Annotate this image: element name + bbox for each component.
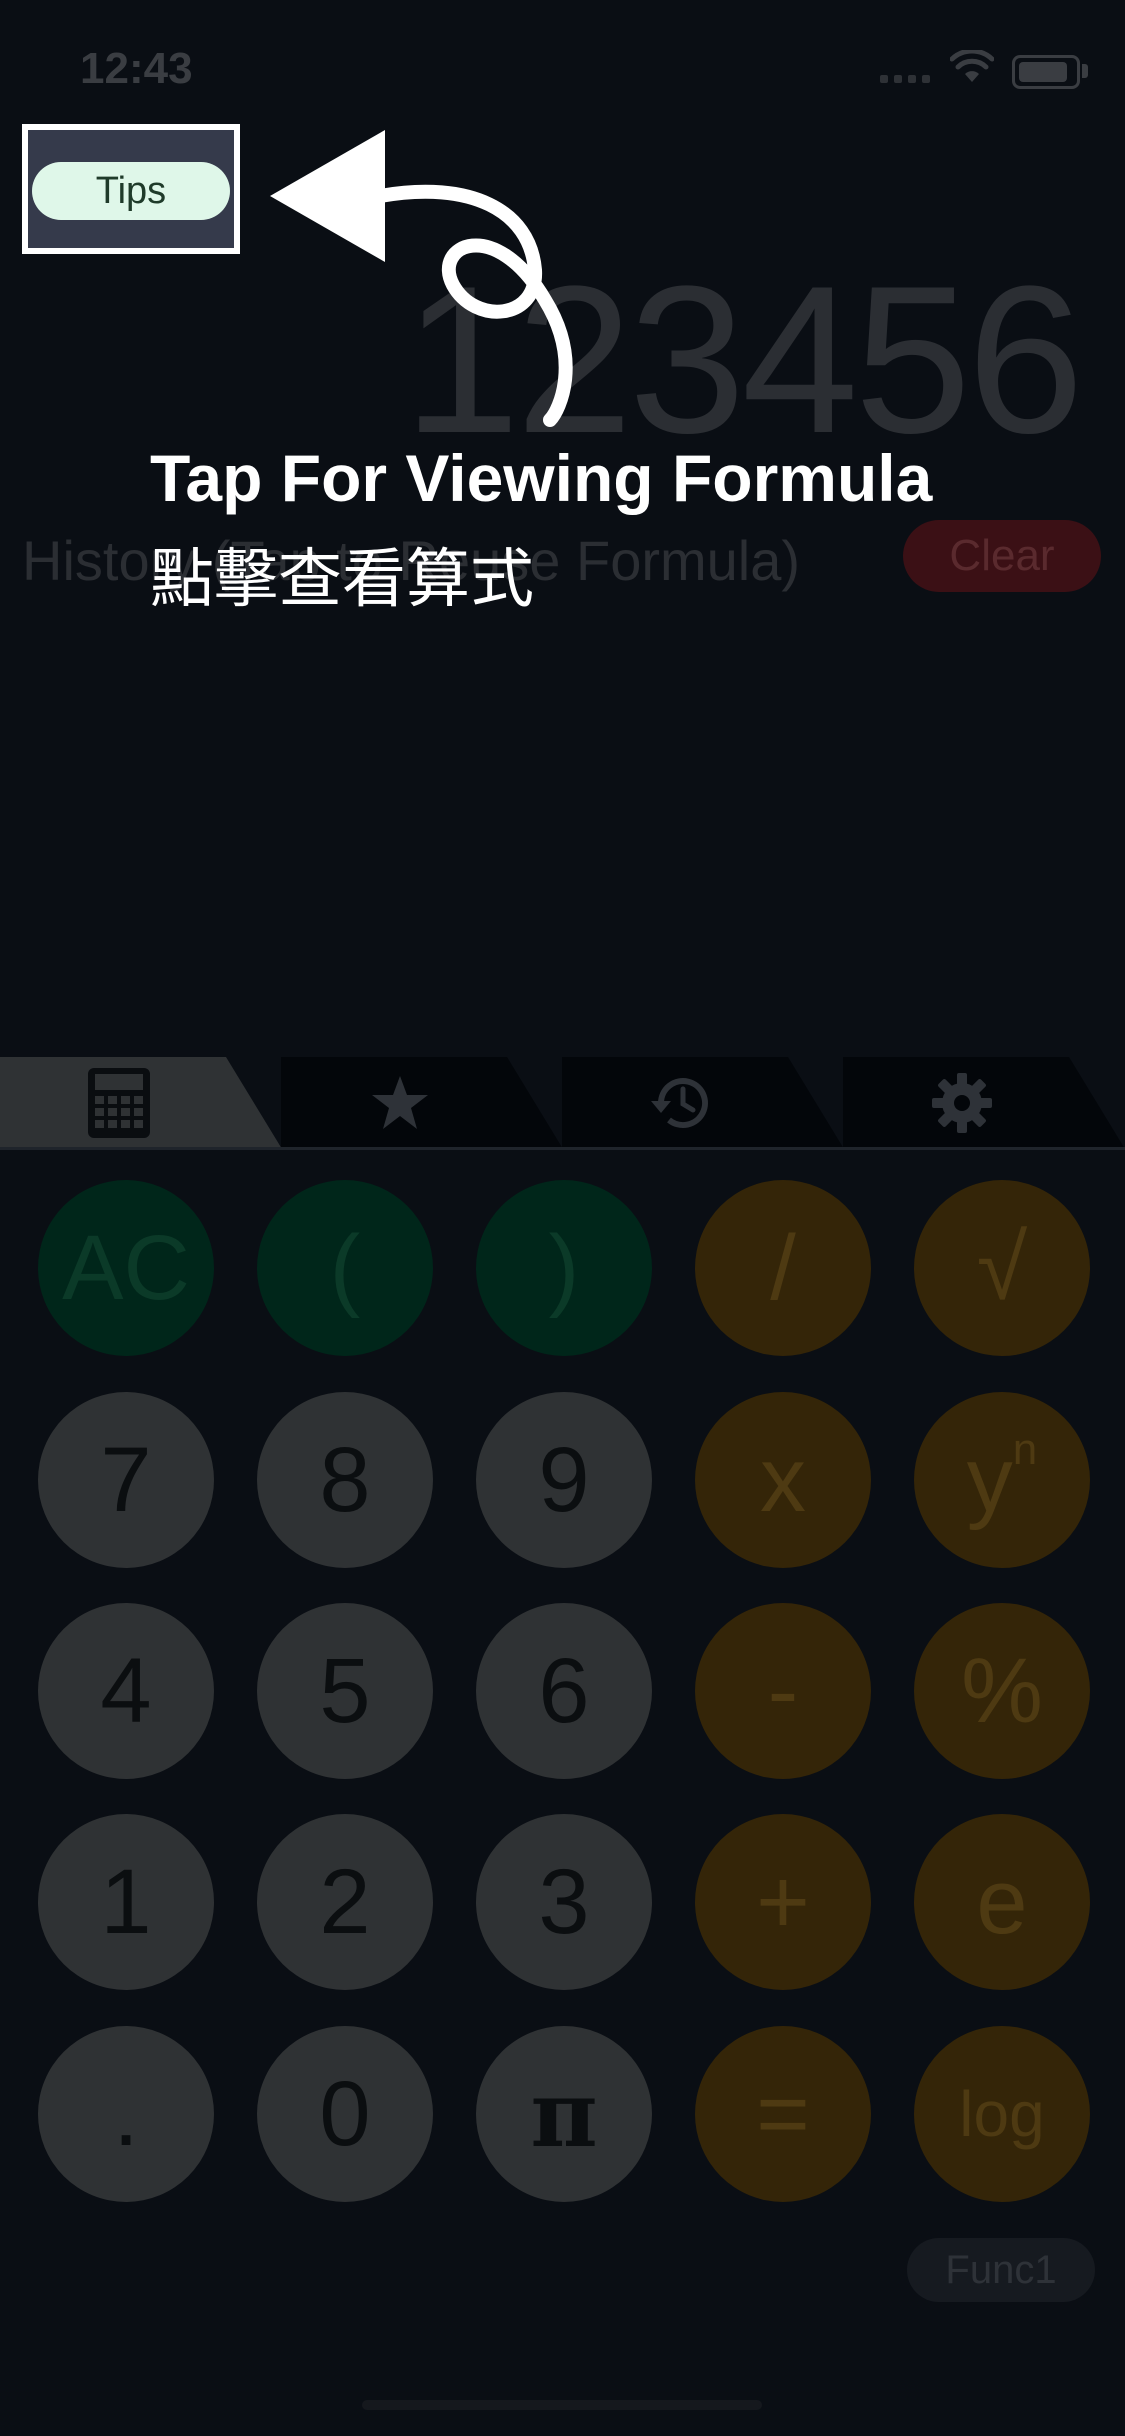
key-label: AC: [62, 1216, 190, 1319]
history-icon: [651, 1078, 708, 1129]
status-time: 12:43: [80, 44, 193, 93]
key-subtract[interactable]: -: [695, 1603, 871, 1779]
key-close-paren[interactable]: ): [476, 1180, 652, 1356]
key-label: 7: [100, 1428, 152, 1531]
tab-favorites[interactable]: [281, 1057, 563, 1149]
cellular-signal-icon: [880, 70, 936, 88]
clear-history-button[interactable]: Clear: [903, 520, 1101, 592]
key-4[interactable]: 4: [38, 1603, 214, 1779]
key-equals[interactable]: =: [695, 2026, 871, 2202]
key-9[interactable]: 9: [476, 1392, 652, 1568]
key-label: (: [329, 1216, 361, 1319]
overlay-subtitle: 點擊查看算式: [150, 543, 534, 615]
key-label: ): [548, 1216, 580, 1319]
key-label: 4: [100, 1639, 152, 1742]
wifi-icon: [950, 50, 994, 82]
key-label: 2: [319, 1850, 371, 1953]
overlay-title: Tap For Viewing Formula: [150, 441, 933, 515]
tips-button[interactable]: Tips: [32, 162, 230, 220]
key-label: 8: [319, 1428, 371, 1531]
calculator-icon: [88, 1068, 150, 1138]
key-power[interactable]: yn: [914, 1392, 1090, 1568]
key-label: +: [756, 1850, 810, 1953]
key-decimal[interactable]: .: [38, 2026, 214, 2202]
key-label: 6: [538, 1639, 590, 1742]
key-label: y: [966, 1428, 1013, 1531]
battery-icon: [1012, 55, 1080, 89]
key-label: 0: [319, 2062, 371, 2165]
pointer-arrow-icon: [270, 130, 573, 427]
key-superscript: n: [1012, 1425, 1038, 1474]
key-label: .: [113, 2062, 139, 2165]
key-5[interactable]: 5: [257, 1603, 433, 1779]
key-label: x: [760, 1428, 806, 1531]
key-label: 9: [538, 1428, 590, 1531]
key-6[interactable]: 6: [476, 1603, 652, 1779]
tab-history[interactable]: [562, 1057, 844, 1149]
key-open-paren[interactable]: (: [257, 1180, 433, 1356]
key-3[interactable]: 3: [476, 1814, 652, 1990]
key-label: π: [530, 2060, 598, 2168]
key-label: /: [770, 1216, 796, 1319]
key-e[interactable]: e: [914, 1814, 1090, 1990]
key-ac[interactable]: AC: [38, 1180, 214, 1356]
battery-tip: [1082, 64, 1088, 78]
key-7[interactable]: 7: [38, 1392, 214, 1568]
key-pi[interactable]: π: [476, 2026, 652, 2202]
func-toggle-button[interactable]: Func1: [907, 2238, 1095, 2302]
status-bar: 12:43: [0, 0, 1125, 130]
key-divide[interactable]: /: [695, 1180, 871, 1356]
key-sqrt[interactable]: √: [914, 1180, 1090, 1356]
gear-icon: [932, 1073, 992, 1133]
key-label: e: [976, 1850, 1028, 1953]
key-add[interactable]: +: [695, 1814, 871, 1990]
tab-settings[interactable]: [843, 1057, 1125, 1149]
key-2[interactable]: 2: [257, 1814, 433, 1990]
key-label: 3: [538, 1850, 590, 1953]
key-label: 5: [319, 1639, 371, 1742]
key-multiply[interactable]: x: [695, 1392, 871, 1568]
tab-calculator[interactable]: [0, 1057, 282, 1149]
tab-bar: [0, 1057, 1125, 1149]
home-indicator[interactable]: [362, 2400, 762, 2410]
key-0[interactable]: 0: [257, 2026, 433, 2202]
key-label: 1: [100, 1850, 152, 1953]
key-label: -: [767, 1639, 799, 1742]
key-label: %: [961, 1639, 1043, 1742]
key-label: =: [756, 2062, 810, 2165]
key-percent[interactable]: %: [914, 1603, 1090, 1779]
key-label: log: [959, 2078, 1045, 2150]
key-label: √: [976, 1216, 1028, 1319]
key-1[interactable]: 1: [38, 1814, 214, 1990]
tab-underline: [0, 1147, 1125, 1150]
key-8[interactable]: 8: [257, 1392, 433, 1568]
star-icon: [372, 1076, 428, 1129]
key-log[interactable]: log: [914, 2026, 1090, 2202]
